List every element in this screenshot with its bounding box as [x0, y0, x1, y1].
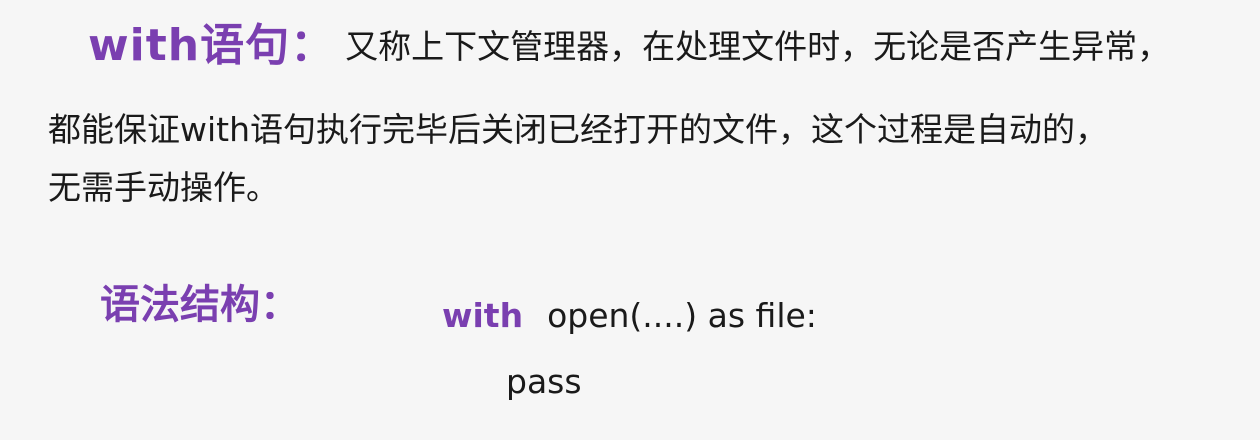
term-with-statement: with语句：	[88, 20, 336, 71]
slide: with语句： 又称上下文管理器，在处理文件时，无论是否产生异常， 都能保证wit…	[0, 0, 1260, 440]
syntax-structure-label: 语法结构：	[100, 282, 300, 328]
definition-line-1: with语句： 又称上下文管理器，在处理文件时，无论是否产生异常，	[88, 24, 1171, 68]
definition-line-3: 无需手动操作。	[48, 168, 279, 208]
definition-line-2: 都能保证with语句执行完毕后关闭已经打开的文件，这个过程是自动的，	[48, 110, 1108, 150]
definition-text-3: 无需手动操作。	[48, 168, 279, 207]
code-keyword-with: with	[442, 296, 524, 335]
code-open-as-file: open(....) as file:	[547, 296, 817, 335]
code-line-with: with open(....) as file:	[442, 296, 817, 336]
code-line-pass: pass	[506, 362, 582, 401]
definition-text-1: 又称上下文管理器，在处理文件时，无论是否产生异常，	[345, 27, 1171, 66]
definition-text-2: 都能保证with语句执行完毕后关闭已经打开的文件，这个过程是自动的，	[48, 110, 1109, 149]
